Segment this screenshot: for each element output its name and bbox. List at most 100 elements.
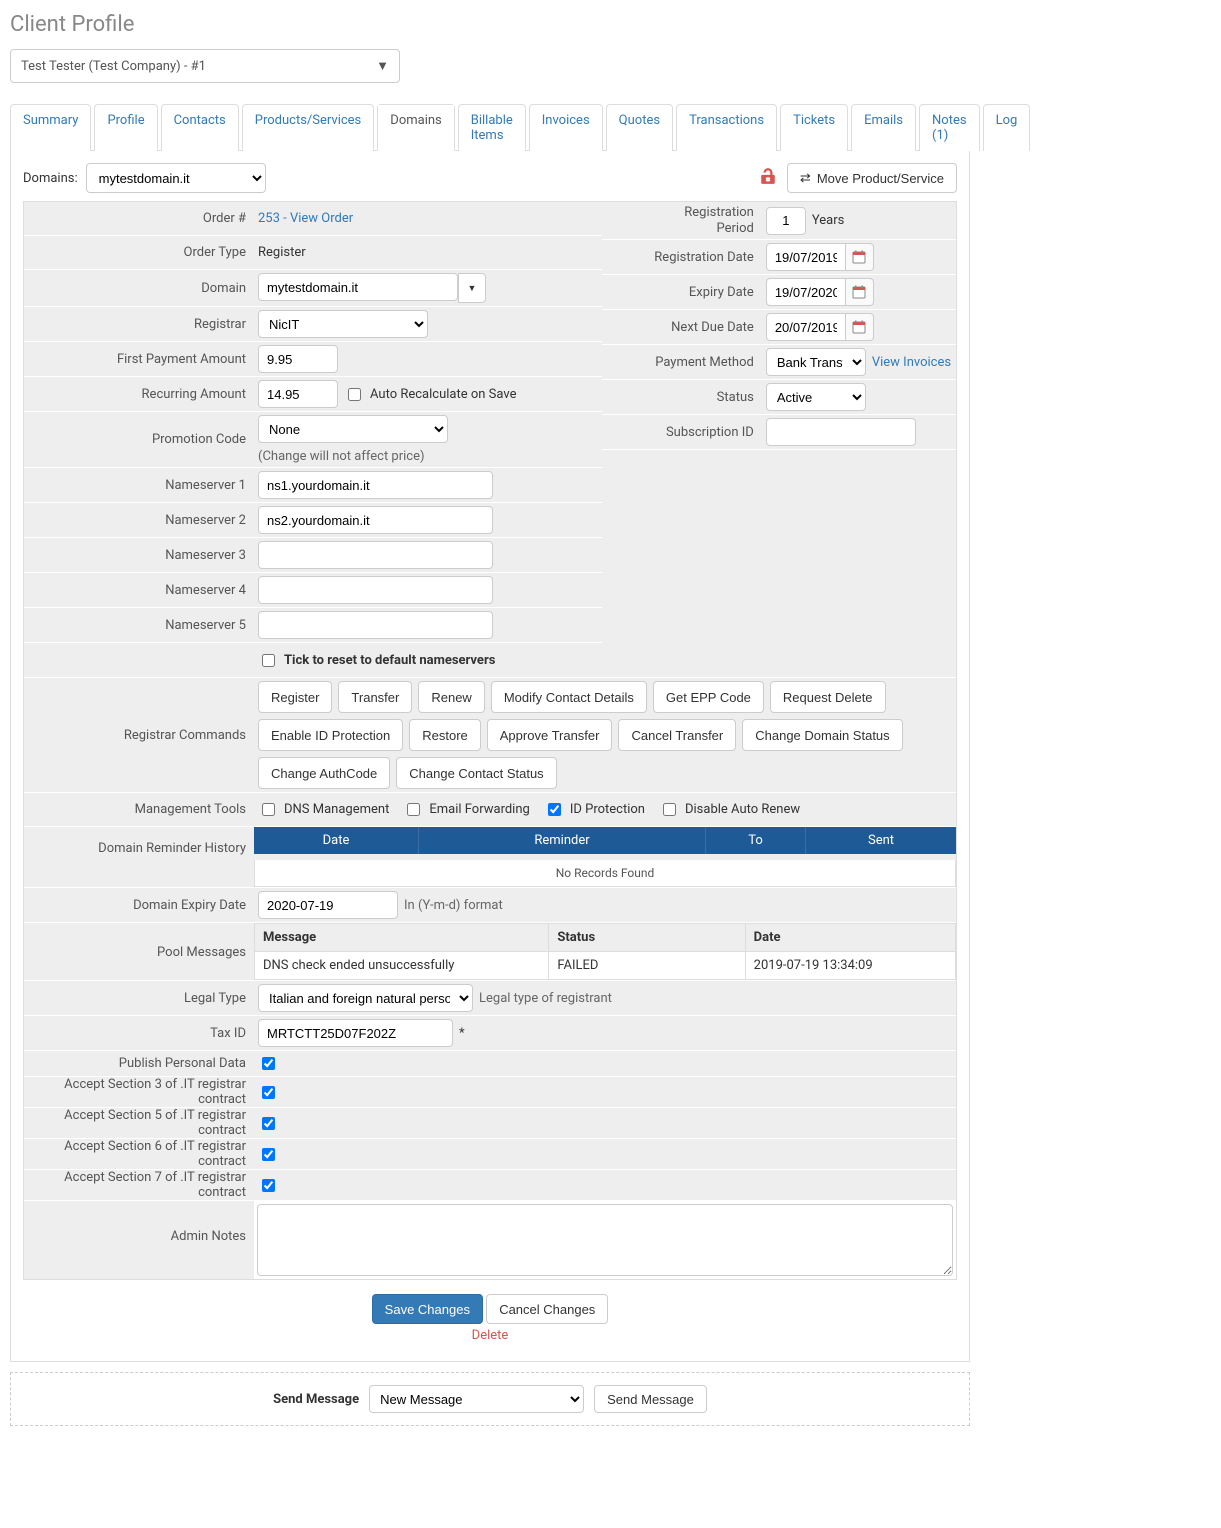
cmd-enable-id-protection-button[interactable]: Enable ID Protection <box>258 719 403 751</box>
tab-log[interactable]: Log <box>983 104 1031 151</box>
id-protection-checkbox[interactable] <box>548 803 561 816</box>
cmd-change-authcode-button[interactable]: Change AuthCode <box>258 757 390 789</box>
save-button[interactable]: Save Changes <box>372 1294 483 1324</box>
domain-expiry-input[interactable] <box>258 891 398 919</box>
sec5-checkbox[interactable] <box>262 1117 275 1130</box>
cmd-request-delete-button[interactable]: Request Delete <box>770 681 886 713</box>
label-order-type: Order Type <box>24 245 254 260</box>
status-select[interactable]: Active <box>766 383 866 411</box>
tab-domains[interactable]: Domains <box>377 104 454 151</box>
cmd-restore-button[interactable]: Restore <box>409 719 481 751</box>
legal-hint: Legal type of registrant <box>479 991 612 1006</box>
pool-messages-table: MessageStatusDate DNS check ended unsucc… <box>254 923 956 980</box>
sec7-checkbox[interactable] <box>262 1179 275 1192</box>
ns5-input[interactable] <box>258 611 493 639</box>
sec3-checkbox[interactable] <box>262 1086 275 1099</box>
tab-profile[interactable]: Profile <box>94 104 157 151</box>
client-dropdown[interactable]: Test Tester (Test Company) - #1 ▼ <box>10 49 400 83</box>
label-sec3: Accept Section 3 of .IT registrar contra… <box>24 1077 254 1107</box>
subscription-input[interactable] <box>766 418 916 446</box>
label-payment-method: Payment Method <box>602 355 762 370</box>
payment-method-select[interactable]: Bank Transfer <box>766 348 866 376</box>
calendar-icon[interactable] <box>846 313 874 341</box>
label-recurring: Recurring Amount <box>24 387 254 402</box>
view-invoices-link[interactable]: View Invoices <box>872 355 951 370</box>
tab-billable-items[interactable]: Billable Items <box>458 104 526 151</box>
tab-transactions[interactable]: Transactions <box>676 104 777 151</box>
send-message-button[interactable]: Send Message <box>594 1385 707 1413</box>
cmd-modify-contact-details-button[interactable]: Modify Contact Details <box>491 681 647 713</box>
tab-quotes[interactable]: Quotes <box>606 104 673 151</box>
promo-select[interactable]: None <box>258 415 448 443</box>
auto-recalc-checkbox[interactable] <box>348 388 361 401</box>
registrar-select[interactable]: NicIT <box>258 310 428 338</box>
cmd-renew-button[interactable]: Renew <box>418 681 484 713</box>
domain-input[interactable] <box>258 273 458 301</box>
cmd-cancel-transfer-button[interactable]: Cancel Transfer <box>618 719 736 751</box>
caret-down-icon: ▼ <box>468 283 477 293</box>
cmd-register-button[interactable]: Register <box>258 681 332 713</box>
publish-checkbox[interactable] <box>262 1057 275 1070</box>
expiry-hint: In (Y-m-d) format <box>404 898 503 913</box>
calendar-icon[interactable] <box>846 278 874 306</box>
calendar-icon[interactable] <box>846 243 874 271</box>
delete-link[interactable]: Delete <box>472 1328 509 1343</box>
cmd-change-domain-status-button[interactable]: Change Domain Status <box>742 719 902 751</box>
cmd-get-epp-code-button[interactable]: Get EPP Code <box>653 681 764 713</box>
domains-label: Domains: <box>23 171 78 186</box>
sec6-checkbox[interactable] <box>262 1148 275 1161</box>
tab-products-services[interactable]: Products/Services <box>242 104 375 151</box>
ns4-input[interactable] <box>258 576 493 604</box>
ns2-input[interactable] <box>258 506 493 534</box>
tax-id-input[interactable] <box>258 1019 453 1047</box>
label-registrar: Registrar <box>24 317 254 332</box>
admin-notes-textarea[interactable] <box>257 1204 953 1276</box>
shuffle-icon: ⇄ <box>800 170 811 186</box>
label-reg-date: Registration Date <box>602 250 762 265</box>
reg-date-input[interactable] <box>766 243 846 271</box>
label-sec6: Accept Section 6 of .IT registrar contra… <box>24 1139 254 1169</box>
label-publish: Publish Personal Data <box>24 1056 254 1071</box>
tab-invoices[interactable]: Invoices <box>529 104 603 151</box>
label-tax-id: Tax ID <box>24 1026 254 1041</box>
tab-emails[interactable]: Emails <box>851 104 916 151</box>
ns1-input[interactable] <box>258 471 493 499</box>
next-due-input[interactable] <box>766 313 846 341</box>
disable-auto-renew-checkbox[interactable] <box>663 803 676 816</box>
label-subscription: Subscription ID <box>602 425 762 440</box>
legal-type-select[interactable]: Italian and foreign natural persons <box>258 984 473 1012</box>
tab-tickets[interactable]: Tickets <box>780 104 848 151</box>
domain-dropdown-toggle[interactable]: ▼ <box>458 273 486 303</box>
tab-notes-1-[interactable]: Notes (1) <box>919 104 980 151</box>
domain-select[interactable]: mytestdomain.it <box>86 163 266 193</box>
cmd-approve-transfer-button[interactable]: Approve Transfer <box>487 719 613 751</box>
send-message-select[interactable]: New Message <box>369 1385 584 1413</box>
reg-period-input[interactable] <box>766 207 806 235</box>
send-message-panel: Send Message New Message Send Message <box>10 1372 970 1426</box>
recurring-input[interactable] <box>258 380 338 408</box>
tab-contacts[interactable]: Contacts <box>161 104 239 151</box>
send-message-label: Send Message <box>273 1392 359 1407</box>
reset-ns-checkbox[interactable] <box>262 654 275 667</box>
ns3-input[interactable] <box>258 541 493 569</box>
chevron-down-icon: ▼ <box>376 58 389 74</box>
label-domain: Domain <box>24 281 254 296</box>
label-domain-expiry: Domain Expiry Date <box>24 898 254 913</box>
expiry-date-input[interactable] <box>766 278 846 306</box>
label-mgmt-tools: Management Tools <box>24 802 254 817</box>
cancel-button[interactable]: Cancel Changes <box>486 1294 608 1324</box>
email-fwd-checkbox[interactable] <box>407 803 420 816</box>
label-sec7: Accept Section 7 of .IT registrar contra… <box>24 1170 254 1200</box>
label-ns2: Nameserver 2 <box>24 513 254 528</box>
order-link[interactable]: 253 - View Order <box>254 208 602 229</box>
first-payment-input[interactable] <box>258 345 338 373</box>
tab-summary[interactable]: Summary <box>10 104 91 151</box>
label-ns1: Nameserver 1 <box>24 478 254 493</box>
promo-hint: (Change will not affect price) <box>258 449 425 464</box>
domains-panel: Domains: mytestdomain.it ⇄ Move Product/… <box>10 151 970 1362</box>
dns-mgmt-checkbox[interactable] <box>262 803 275 816</box>
label-ns4: Nameserver 4 <box>24 583 254 598</box>
cmd-change-contact-status-button[interactable]: Change Contact Status <box>396 757 556 789</box>
cmd-transfer-button[interactable]: Transfer <box>338 681 412 713</box>
move-product-button[interactable]: ⇄ Move Product/Service <box>787 163 957 193</box>
